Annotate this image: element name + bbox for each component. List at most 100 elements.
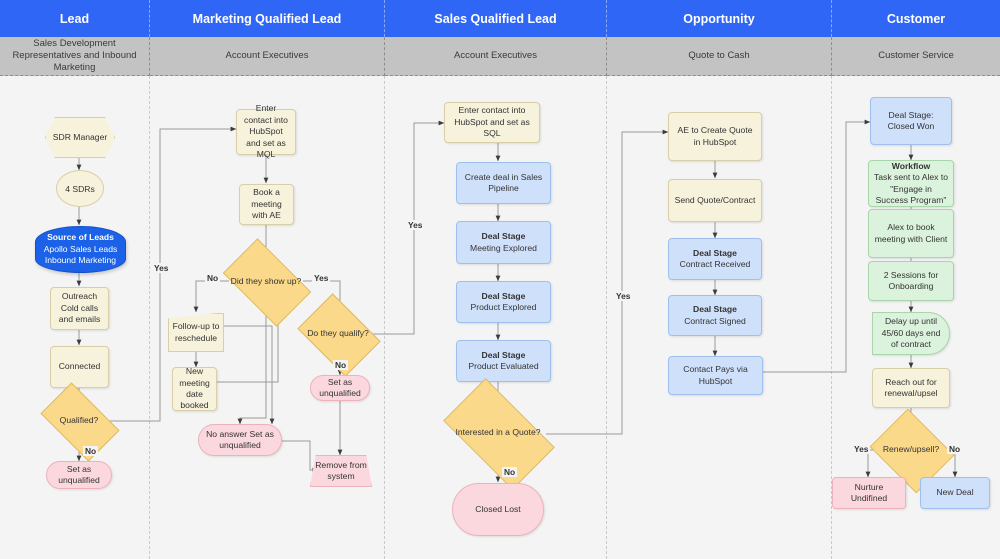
source-of-leads-title: Source of Leads bbox=[47, 232, 114, 243]
deal-stage-sub: Contract Signed bbox=[684, 315, 746, 326]
node-deal-stage-product-explored[interactable]: Deal Stage Product Explored bbox=[456, 281, 551, 323]
edge-label-qualify-no: No bbox=[333, 360, 349, 370]
node-label: Enter contact into HubSpot and set as SQ… bbox=[454, 105, 530, 139]
edge-label-quote-yes: Yes bbox=[614, 291, 633, 301]
node-outreach[interactable]: Outreach Cold calls and emails bbox=[50, 287, 109, 330]
node-alex-book-meeting[interactable]: Alex to book meeting with Client bbox=[868, 209, 954, 258]
node-contact-pays-via-hubspot[interactable]: Contact Pays via HubSpot bbox=[668, 356, 763, 395]
node-label: Deal Stage Contract Received bbox=[673, 248, 757, 271]
node-label: Send Quote/Contract bbox=[674, 194, 756, 205]
node-label: New meeting date booked bbox=[179, 366, 210, 411]
node-label: Do they qualify? bbox=[307, 328, 369, 339]
node-connected[interactable]: Connected bbox=[50, 346, 109, 388]
lane-subheader-opportunity: Quote to Cash bbox=[607, 37, 832, 76]
node-renew-upsell-decision[interactable]: Renew/upsell? bbox=[869, 408, 955, 494]
node-interested-in-quote-decision[interactable]: Interested in a Quote? bbox=[443, 378, 555, 490]
node-label: Deal Stage Contract Signed bbox=[673, 304, 757, 327]
lane-header-lead: Lead bbox=[0, 0, 150, 37]
node-delay-until-contract-end[interactable]: Delay up until 45/60 days end of contrac… bbox=[872, 312, 950, 355]
node-label: New Deal bbox=[936, 487, 974, 498]
node-ae-create-quote[interactable]: AE to Create Quote in HubSpot bbox=[668, 112, 762, 161]
lane-title: Marketing Qualified Lead bbox=[192, 11, 342, 26]
node-label: Reach out for renewal/upsel bbox=[884, 376, 938, 398]
node-reach-out-renewal[interactable]: Reach out for renewal/upsel bbox=[872, 368, 950, 408]
lane-subtitle: Quote to Cash bbox=[688, 50, 750, 62]
edge-label-renew-yes: Yes bbox=[852, 444, 871, 454]
node-set-as-unqualified-lead[interactable]: Set as unqualified bbox=[46, 461, 112, 489]
node-enter-contact-mql[interactable]: Enter contact into HubSpot and set as MQ… bbox=[236, 103, 296, 159]
node-label: Closed Lost bbox=[475, 503, 521, 514]
node-deal-stage-contract-signed[interactable]: Deal Stage Contract Signed bbox=[668, 295, 762, 336]
node-label: Renew/upsell? bbox=[882, 444, 940, 455]
node-deal-stage-contract-received[interactable]: Deal Stage Contract Received bbox=[668, 238, 762, 280]
node-label: Alex to book meeting with Client bbox=[874, 222, 948, 244]
edge-label-renew-no: No bbox=[947, 444, 963, 454]
lane-subheader-sql: Account Executives bbox=[385, 37, 607, 76]
node-create-deal[interactable]: Create deal in Sales Pipeline bbox=[456, 162, 551, 204]
node-label: Did they show up? bbox=[230, 275, 302, 286]
node-label: Follow-up to reschedule bbox=[172, 321, 220, 343]
node-label: Deal Stage Product Explored bbox=[461, 291, 546, 314]
node-did-they-show-up-decision[interactable]: Did they show up? bbox=[222, 238, 312, 327]
node-remove-from-system[interactable]: Remove from system bbox=[310, 455, 372, 487]
node-no-answer-set-as-unqualified[interactable]: No answer Set as unqualified bbox=[198, 424, 282, 456]
deal-stage-title: Deal Stage bbox=[693, 304, 737, 315]
workflow-body: Task sent to Alex to "Engage in Success … bbox=[873, 172, 949, 205]
flowchart-canvas: Lead Marketing Qualified Lead Sales Qual… bbox=[0, 0, 1000, 559]
deal-stage-sub: Product Explored bbox=[470, 302, 537, 312]
node-enter-contact-sql[interactable]: Enter contact into HubSpot and set as SQ… bbox=[444, 102, 540, 143]
node-label: 2 Sessions for Onboarding bbox=[883, 269, 939, 291]
node-new-meeting-date-booked[interactable]: New meeting date booked bbox=[172, 366, 217, 411]
node-label: Set as unqualified bbox=[319, 376, 361, 398]
node-label: Outreach Cold calls and emails bbox=[58, 291, 101, 325]
node-new-deal[interactable]: New Deal bbox=[920, 477, 990, 509]
edge-label-qualify-yes: Yes bbox=[406, 220, 425, 230]
node-two-sessions-onboarding[interactable]: 2 Sessions for Onboarding bbox=[868, 261, 954, 301]
node-deal-stage-product-evaluated[interactable]: Deal Stage Product Evaluated bbox=[456, 340, 551, 382]
lane-header-sql: Sales Qualified Lead bbox=[385, 0, 607, 37]
lane-title: Lead bbox=[59, 11, 90, 26]
node-label: Create deal in Sales Pipeline bbox=[464, 171, 543, 193]
node-source-of-leads[interactable]: Source of Leads Apollo Sales Leads Inbou… bbox=[35, 226, 126, 273]
lane-subheader-lead: Sales Development Representatives and In… bbox=[0, 37, 150, 76]
node-label: Interested in a Quote? bbox=[455, 427, 541, 438]
node-workflow-task[interactable]: Workflow Task sent to Alex to "Engage in… bbox=[868, 160, 954, 207]
node-set-as-unqualified-mql[interactable]: Set as unqualified bbox=[310, 375, 370, 401]
node-4-sdrs[interactable]: 4 SDRs bbox=[56, 170, 104, 207]
node-deal-stage-meeting-explored[interactable]: Deal Stage Meeting Explored bbox=[456, 221, 551, 264]
node-nurture-undifined[interactable]: Nurture Undifined bbox=[832, 477, 906, 509]
node-do-they-qualify-decision[interactable]: Do they qualify? bbox=[297, 293, 381, 377]
node-sdr-manager[interactable]: SDR Manager bbox=[45, 117, 115, 158]
node-qualified-decision[interactable]: Qualified? bbox=[40, 382, 120, 462]
edge-label-qualified-yes: Yes bbox=[152, 263, 171, 273]
node-label: Connected bbox=[58, 361, 101, 372]
edge-label-quote-no: No bbox=[502, 467, 518, 477]
lane-title: Sales Qualified Lead bbox=[434, 11, 557, 26]
node-label: AE to Create Quote in HubSpot bbox=[677, 125, 753, 147]
node-label: Source of Leads Apollo Sales Leads Inbou… bbox=[44, 232, 118, 267]
node-send-quote-contract[interactable]: Send Quote/Contract bbox=[668, 179, 762, 222]
node-follow-up-to-reschedule[interactable]: Follow-up to reschedule bbox=[168, 313, 224, 352]
lane-subheader-customer: Customer Service bbox=[832, 37, 1000, 76]
node-label: Deal Stage Product Evaluated bbox=[461, 350, 546, 373]
deal-stage-title: Deal Stage bbox=[481, 231, 526, 242]
lane-header-mql: Marketing Qualified Lead bbox=[150, 0, 385, 37]
deal-stage-sub: Contract Received bbox=[679, 259, 751, 269]
edge-label-show-up-yes: Yes bbox=[312, 273, 331, 283]
deal-stage-sub: Meeting Explored bbox=[470, 242, 537, 253]
node-label: No answer Set as unqualified bbox=[206, 428, 274, 450]
deal-stage-title: Deal Stage bbox=[693, 247, 737, 258]
node-label: 4 SDRs bbox=[65, 183, 95, 194]
lane-subtitle: Customer Service bbox=[878, 50, 954, 62]
node-deal-stage-closed-won[interactable]: Deal Stage: Closed Won bbox=[870, 97, 952, 145]
node-label: Remove from system bbox=[315, 459, 367, 481]
node-label: Workflow Task sent to Alex to "Engage in… bbox=[873, 161, 949, 207]
source-of-leads-line1: Apollo Sales Leads bbox=[43, 243, 118, 254]
lane-subheader-mql: Account Executives bbox=[150, 37, 385, 76]
source-of-leads-line2: Inbound Marketing bbox=[44, 255, 117, 266]
lane-header-opportunity: Opportunity bbox=[607, 0, 832, 37]
node-book-meeting-ae[interactable]: Book a meeting with AE bbox=[239, 184, 294, 225]
workflow-title: Workflow bbox=[891, 160, 931, 171]
node-closed-lost[interactable]: Closed Lost bbox=[452, 483, 544, 536]
node-label: Set as unqualified bbox=[58, 463, 100, 485]
